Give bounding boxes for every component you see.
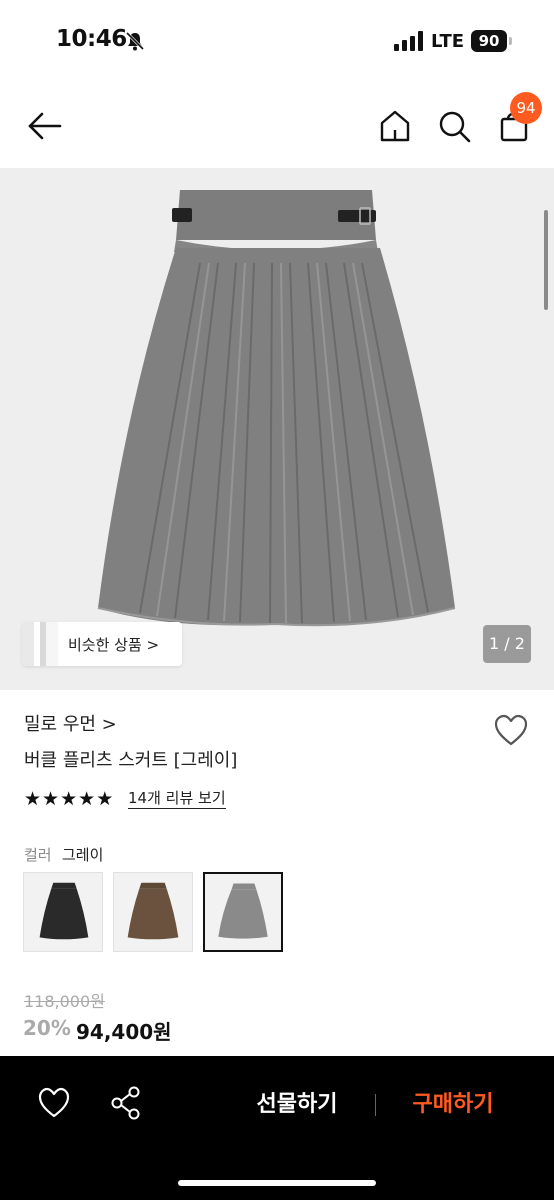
product-image-gallery[interactable] (0, 168, 554, 690)
battery-tip (509, 37, 512, 45)
image-scrollbar[interactable] (544, 210, 548, 310)
color-value: 그레이 (62, 846, 104, 864)
similar-products-button[interactable]: 비슷한 상품 > (22, 622, 182, 666)
signal-bars-icon (394, 31, 423, 51)
star-icon: ★ (78, 788, 96, 810)
review-link[interactable]: 14개 리뷰 보기 (128, 788, 226, 809)
star-icon: ★ (42, 788, 60, 810)
discount-rate: 20% (23, 1016, 71, 1040)
star-icon: ★ (96, 788, 114, 810)
product-image (97, 190, 456, 627)
status-time: 10:46 (56, 26, 127, 52)
bell-slash-icon (125, 31, 145, 51)
battery-level: 90 (471, 30, 507, 52)
cart-count-badge[interactable]: 94 (510, 92, 542, 124)
buy-button[interactable]: 구매하기 (394, 1088, 512, 1122)
heart-icon[interactable] (36, 1086, 72, 1120)
back-arrow-icon[interactable] (24, 106, 66, 146)
color-label: 컬러 (24, 846, 52, 864)
original-price: 118,000원 (24, 992, 105, 1011)
final-price: 94,400원 (76, 1020, 172, 1044)
image-page-indicator: 1 / 2 (483, 625, 531, 663)
brand-link[interactable]: 밀로 우먼 > (24, 710, 117, 736)
color-swatch-black[interactable] (23, 872, 103, 952)
search-icon[interactable] (434, 106, 474, 146)
star-icon: ★ (24, 788, 42, 810)
rating-stars: ★ ★ ★ ★ ★ (24, 788, 113, 810)
home-indicator[interactable] (178, 1180, 376, 1186)
bottom-bar-divider (375, 1094, 376, 1116)
color-swatch-brown[interactable] (113, 872, 193, 952)
similar-products-thumbnail (22, 622, 58, 666)
product-name: 버클 플리츠 스커트 [그레이] (24, 750, 238, 771)
share-icon[interactable] (108, 1084, 144, 1122)
similar-products-label: 비슷한 상품 > (68, 636, 160, 654)
network-type: LTE (431, 31, 465, 52)
home-icon[interactable] (376, 106, 414, 146)
star-icon: ★ (60, 788, 78, 810)
status-bar: 10:46 LTE 90 (0, 0, 554, 84)
skirt-thumbnail-brown (127, 882, 179, 940)
wishlist-heart-icon[interactable] (492, 712, 530, 748)
gift-button[interactable]: 선물하기 (238, 1088, 356, 1122)
skirt-thumbnail-black (39, 882, 89, 940)
bottom-action-bar (0, 1056, 554, 1200)
skirt-thumbnail-gray (218, 883, 268, 939)
color-swatch-gray[interactable] (203, 872, 283, 952)
